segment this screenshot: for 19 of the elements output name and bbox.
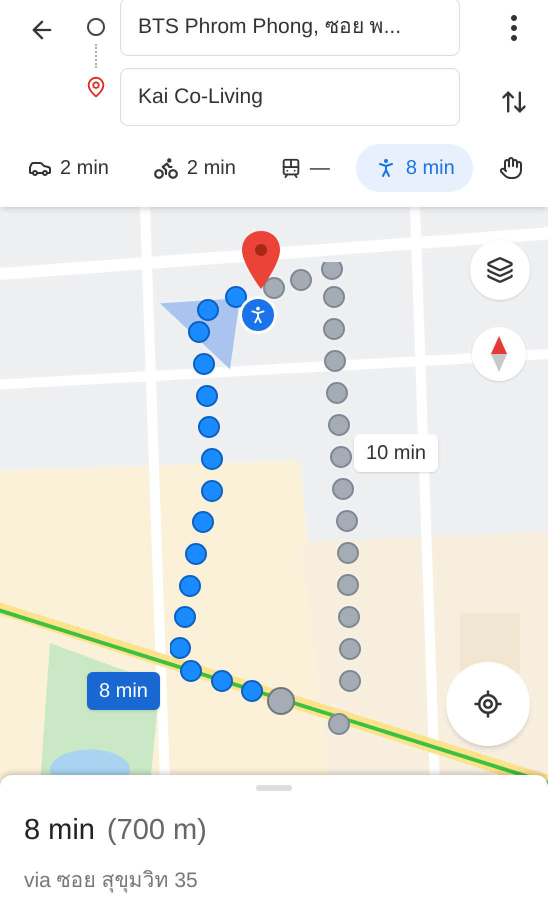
- destination-pin-icon: [85, 76, 107, 98]
- route-time-label[interactable]: 10 min: [354, 434, 438, 472]
- origin-field[interactable]: BTS Phrom Phong, ซอย พ...: [120, 0, 460, 56]
- layers-icon: [486, 256, 514, 284]
- destination-field[interactable]: Kai Co-Living: [120, 68, 460, 126]
- travel-mode-tab[interactable]: 2 min: [134, 144, 254, 192]
- location-pin-icon: [242, 231, 280, 289]
- my-location-icon: [473, 689, 503, 719]
- drag-handle[interactable]: [256, 785, 292, 791]
- travel-mode-tab[interactable]: —: [262, 144, 348, 192]
- route-time-label[interactable]: 8 min: [87, 672, 160, 710]
- more-options-icon: [511, 15, 517, 41]
- route-via-text: via ซอย สุขุมวิท 35: [24, 868, 199, 895]
- route-distance: (700 m): [106, 813, 207, 848]
- compass-needle-icon: [491, 336, 507, 372]
- dotted-connector-icon: [95, 44, 97, 68]
- travel-mode-tab[interactable]: 2 min: [28, 144, 127, 192]
- travel-mode-tab[interactable]: 8 min: [356, 144, 473, 192]
- route-duration: 8 min: [24, 813, 95, 848]
